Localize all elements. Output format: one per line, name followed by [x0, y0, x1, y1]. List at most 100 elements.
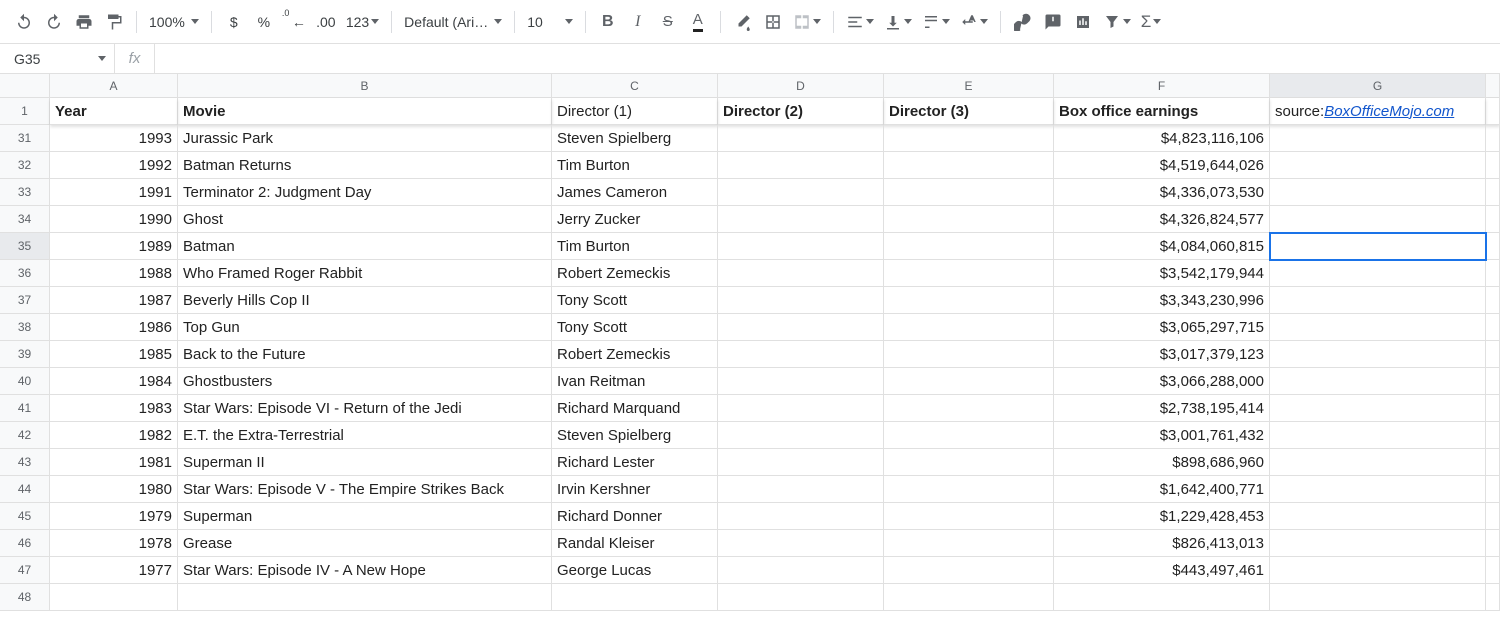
- cell-empty-48-2[interactable]: [552, 584, 718, 611]
- cell-extra-37[interactable]: [1486, 287, 1500, 314]
- cell-G44[interactable]: [1270, 476, 1486, 503]
- column-header-B[interactable]: B: [178, 74, 552, 98]
- cell-extra-36[interactable]: [1486, 260, 1500, 287]
- cell-F39[interactable]: $3,017,379,123: [1054, 341, 1270, 368]
- cell-D32[interactable]: [718, 152, 884, 179]
- row-header-48[interactable]: 48: [0, 584, 50, 611]
- cell-extra-38[interactable]: [1486, 314, 1500, 341]
- cell-G43[interactable]: [1270, 449, 1486, 476]
- cell-C35[interactable]: Tim Burton: [552, 233, 718, 260]
- cell-B35[interactable]: Batman: [178, 233, 552, 260]
- cell-G45[interactable]: [1270, 503, 1486, 530]
- cell-B47[interactable]: Star Wars: Episode IV - A New Hope: [178, 557, 552, 584]
- cell-G37[interactable]: [1270, 287, 1486, 314]
- cell-extra-35[interactable]: [1486, 233, 1500, 260]
- font-size-dropdown[interactable]: 10: [523, 8, 577, 36]
- cell-B32[interactable]: Batman Returns: [178, 152, 552, 179]
- redo-button[interactable]: [40, 8, 68, 36]
- cell-B33[interactable]: Terminator 2: Judgment Day: [178, 179, 552, 206]
- cell-G47[interactable]: [1270, 557, 1486, 584]
- cell-E32[interactable]: [884, 152, 1054, 179]
- insert-chart-button[interactable]: [1069, 8, 1097, 36]
- cell-F35[interactable]: $4,084,060,815: [1054, 233, 1270, 260]
- cell-G34[interactable]: [1270, 206, 1486, 233]
- cell-F32[interactable]: $4,519,644,026: [1054, 152, 1270, 179]
- cell-extra-46[interactable]: [1486, 530, 1500, 557]
- cell-E36[interactable]: [884, 260, 1054, 287]
- cell-D46[interactable]: [718, 530, 884, 557]
- column-header-G[interactable]: G: [1270, 74, 1486, 98]
- cell-D1[interactable]: Director (2): [718, 98, 884, 125]
- cell-F43[interactable]: $898,686,960: [1054, 449, 1270, 476]
- row-header-45[interactable]: 45: [0, 503, 50, 530]
- cell-E40[interactable]: [884, 368, 1054, 395]
- cell-F46[interactable]: $826,413,013: [1054, 530, 1270, 557]
- cell-D47[interactable]: [718, 557, 884, 584]
- cell-empty-48-0[interactable]: [50, 584, 178, 611]
- text-color-button[interactable]: A: [684, 8, 712, 36]
- fill-color-button[interactable]: [729, 8, 757, 36]
- cell-B39[interactable]: Back to the Future: [178, 341, 552, 368]
- text-wrap-button[interactable]: [918, 8, 954, 36]
- cell-B1[interactable]: Movie: [178, 98, 552, 125]
- cell-F33[interactable]: $4,336,073,530: [1054, 179, 1270, 206]
- cell-F36[interactable]: $3,542,179,944: [1054, 260, 1270, 287]
- cell-D31[interactable]: [718, 125, 884, 152]
- cell-B41[interactable]: Star Wars: Episode VI - Return of the Je…: [178, 395, 552, 422]
- cell-G1[interactable]: source: BoxOfficeMojo.com: [1270, 98, 1486, 125]
- cell-F34[interactable]: $4,326,824,577: [1054, 206, 1270, 233]
- borders-button[interactable]: [759, 8, 787, 36]
- cell-C42[interactable]: Steven Spielberg: [552, 422, 718, 449]
- zoom-dropdown[interactable]: 100%: [145, 8, 203, 36]
- cell-E43[interactable]: [884, 449, 1054, 476]
- cell-extra-31[interactable]: [1486, 125, 1500, 152]
- cell-E39[interactable]: [884, 341, 1054, 368]
- row-header-33[interactable]: 33: [0, 179, 50, 206]
- cell-extra-40[interactable]: [1486, 368, 1500, 395]
- cell-extra-33[interactable]: [1486, 179, 1500, 206]
- cell-B38[interactable]: Top Gun: [178, 314, 552, 341]
- increase-decimal-button[interactable]: .00: [312, 8, 340, 36]
- row-header-46[interactable]: 46: [0, 530, 50, 557]
- row-header-32[interactable]: 32: [0, 152, 50, 179]
- row-header-47[interactable]: 47: [0, 557, 50, 584]
- cell-A43[interactable]: 1981: [50, 449, 178, 476]
- cell-C37[interactable]: Tony Scott: [552, 287, 718, 314]
- row-header-41[interactable]: 41: [0, 395, 50, 422]
- undo-button[interactable]: [10, 8, 38, 36]
- cell-E38[interactable]: [884, 314, 1054, 341]
- cell-F31[interactable]: $4,823,116,106: [1054, 125, 1270, 152]
- cell-E35[interactable]: [884, 233, 1054, 260]
- cell-B31[interactable]: Jurassic Park: [178, 125, 552, 152]
- cell-E1[interactable]: Director (3): [884, 98, 1054, 125]
- cell-empty-48-7[interactable]: [1486, 584, 1500, 611]
- cell-C33[interactable]: James Cameron: [552, 179, 718, 206]
- cell-C43[interactable]: Richard Lester: [552, 449, 718, 476]
- cell-extra-34[interactable]: [1486, 206, 1500, 233]
- select-all-corner[interactable]: [0, 74, 50, 98]
- cell-extra-43[interactable]: [1486, 449, 1500, 476]
- cell-B46[interactable]: Grease: [178, 530, 552, 557]
- cell-D42[interactable]: [718, 422, 884, 449]
- cell-A47[interactable]: 1977: [50, 557, 178, 584]
- cell-extra-41[interactable]: [1486, 395, 1500, 422]
- insert-comment-button[interactable]: [1039, 8, 1067, 36]
- cell-B40[interactable]: Ghostbusters: [178, 368, 552, 395]
- currency-button[interactable]: $: [220, 8, 248, 36]
- cell-empty-48-4[interactable]: [884, 584, 1054, 611]
- cell-A44[interactable]: 1980: [50, 476, 178, 503]
- cell-extra-39[interactable]: [1486, 341, 1500, 368]
- cell-empty-48-5[interactable]: [1054, 584, 1270, 611]
- cell-G42[interactable]: [1270, 422, 1486, 449]
- row-header-31[interactable]: 31: [0, 125, 50, 152]
- cell-A40[interactable]: 1984: [50, 368, 178, 395]
- decrease-decimal-button[interactable]: .0←: [280, 8, 310, 36]
- cell-G36[interactable]: [1270, 260, 1486, 287]
- cell-D45[interactable]: [718, 503, 884, 530]
- column-header-A[interactable]: A: [50, 74, 178, 98]
- cell-A46[interactable]: 1978: [50, 530, 178, 557]
- column-header-C[interactable]: C: [552, 74, 718, 98]
- cell-G41[interactable]: [1270, 395, 1486, 422]
- cell-B37[interactable]: Beverly Hills Cop II: [178, 287, 552, 314]
- cell-C34[interactable]: Jerry Zucker: [552, 206, 718, 233]
